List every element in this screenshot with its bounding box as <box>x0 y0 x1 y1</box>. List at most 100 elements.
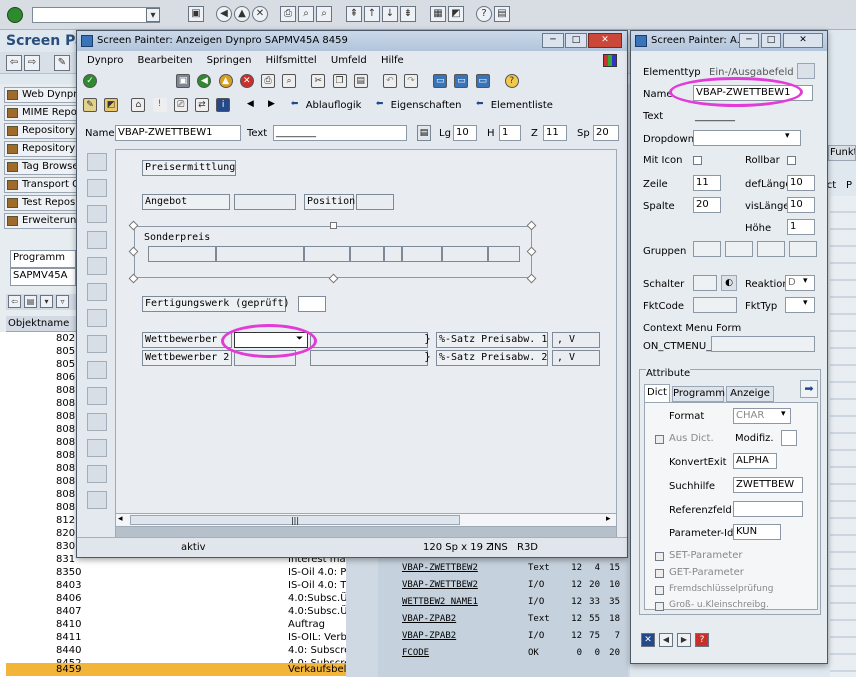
gruppe-field[interactable] <box>789 241 817 257</box>
label-wettbewerber[interactable]: Wettbewerber <box>142 332 232 348</box>
transfer-icon[interactable]: ⇄ <box>194 98 209 112</box>
list-item[interactable]: 8440 4.0: Subscre <box>6 644 348 657</box>
z-field[interactable]: 11 <box>543 125 567 141</box>
label-fertigungswerk[interactable]: Fertigungswerk (geprüft) <box>142 296 290 312</box>
label-angebot[interactable]: Angebot <box>142 194 230 210</box>
wettbewerber-2-name-field[interactable] <box>310 350 428 366</box>
next-icon[interactable]: ▶ <box>265 98 279 112</box>
list-item[interactable]: 8406 4.0:Subsc.Ü <box>6 592 348 605</box>
tab-funktion[interactable]: Funkti <box>828 145 856 161</box>
sonderpreis-cell[interactable] <box>402 246 442 262</box>
rollbar-checkbox[interactable] <box>787 156 796 165</box>
sonderpreis-cell[interactable] <box>488 246 520 262</box>
layout-toggle-icon[interactable]: ✎ <box>83 98 97 112</box>
sonderpreis-cell[interactable] <box>216 246 304 262</box>
label-wettbewerber-2[interactable]: Wettbewerber 2 <box>142 350 232 366</box>
nav-web-dynpro[interactable]: Web Dynpro <box>4 87 78 103</box>
hoehe-field[interactable]: 1 <box>787 219 815 235</box>
table-row[interactable]: VBAP-ZWETTBEW2 Text 12 4 15 <box>402 560 628 577</box>
elementtyp-icon[interactable] <box>797 63 815 79</box>
fremdschluessel-checkbox[interactable] <box>655 586 664 595</box>
tab-scroll-arrow-icon[interactable]: ➡ <box>800 380 818 398</box>
schalter-icon[interactable]: ◐ <box>721 275 737 291</box>
reaktion-select[interactable]: D <box>785 275 815 291</box>
activate-icon[interactable]: ! <box>152 98 167 112</box>
schalter-field[interactable] <box>693 275 717 291</box>
table-control-tool-icon[interactable] <box>87 413 107 431</box>
flow-logic-button[interactable]: Ablauflogik <box>306 100 362 111</box>
table-row[interactable]: VBAP-ZPAB2 I/O 12 75 7 <box>402 628 628 645</box>
last-page-icon[interactable]: ⇟ <box>400 6 416 22</box>
aus-dict-checkbox[interactable] <box>655 435 664 444</box>
status-icon-tool-icon[interactable] <box>87 491 107 509</box>
minimize-button[interactable]: ─ <box>542 33 564 48</box>
help-red-icon[interactable]: ? <box>695 633 709 647</box>
gruppe-field[interactable] <box>693 241 721 257</box>
page-icon[interactable]: ▤ <box>24 295 37 308</box>
lg-field[interactable]: 10 <box>453 125 477 141</box>
print-icon[interactable]: ⎙ <box>260 74 275 88</box>
exit-icon[interactable]: ▲ <box>234 6 250 22</box>
angebot-field[interactable] <box>234 194 296 210</box>
nav-repository-info[interactable]: Repository I <box>4 141 78 157</box>
tab-anzeige[interactable]: Anzeige <box>726 386 774 402</box>
spalte-field[interactable]: 20 <box>693 197 721 213</box>
get-parameter-checkbox[interactable] <box>655 569 664 578</box>
dropdown-icon[interactable]: ▾ <box>146 8 160 22</box>
object-type-select[interactable]: Programm <box>10 250 76 268</box>
mit-icon-checkbox[interactable] <box>693 156 702 165</box>
maximize-button[interactable]: □ <box>565 33 587 48</box>
reaktion-arrow-icon[interactable]: ▾ <box>803 276 808 286</box>
other-object-icon[interactable]: ✎ <box>54 55 70 71</box>
set-parameter-checkbox[interactable] <box>655 552 664 561</box>
find-icon[interactable]: ⌕ <box>298 6 314 22</box>
fktcode-field[interactable] <box>693 297 737 313</box>
filter-icon[interactable]: ▿ <box>56 295 69 308</box>
format-arrow-icon[interactable]: ▾ <box>781 409 786 419</box>
box-tool-icon[interactable] <box>87 361 107 379</box>
menu-umfeld[interactable]: Umfeld <box>331 55 367 66</box>
psatz-2-field[interactable]: , V <box>552 350 600 366</box>
sp-field[interactable]: 20 <box>593 125 619 141</box>
menu-hilfsmittel[interactable]: Hilfsmittel <box>266 55 317 66</box>
object-name-input[interactable]: SAPMV45A <box>10 268 76 286</box>
first-page-icon[interactable]: ⇞ <box>346 6 362 22</box>
sonderpreis-cell[interactable] <box>350 246 384 262</box>
nav-tag-browser[interactable]: Tag Browse <box>4 159 78 175</box>
print-icon[interactable]: ⎙ <box>280 6 296 22</box>
flow-logic-arrow-icon[interactable]: ⬅ <box>288 98 302 112</box>
display-icon[interactable]: ◩ <box>104 98 119 112</box>
hierarchy-icon[interactable]: ⌂ <box>131 98 146 112</box>
referenzfeld-field[interactable] <box>733 501 803 517</box>
arrow-left-icon[interactable]: ⇦ <box>8 295 21 308</box>
redo-icon[interactable]: ↷ <box>404 74 419 88</box>
gross-klein-checkbox[interactable] <box>655 602 664 611</box>
scroll-thumb[interactable]: ||| <box>130 515 460 525</box>
help-icon[interactable]: ? <box>504 74 519 88</box>
text-field-tool-icon[interactable] <box>87 179 107 197</box>
list-item[interactable]: 8403 IS-Oil 4.0: T <box>6 579 346 592</box>
label-preisermittlung[interactable]: Preisermittlung <box>142 160 237 176</box>
save-icon[interactable]: ▣ <box>176 74 191 88</box>
custom-control-tool-icon[interactable] <box>87 465 107 483</box>
fkttyp-select[interactable] <box>785 297 815 313</box>
menu-bearbeiten[interactable]: Bearbeiten <box>138 55 193 66</box>
shortcut-icon[interactable]: ◩ <box>448 6 464 22</box>
position-field[interactable] <box>356 194 394 210</box>
element-list-arrow-icon[interactable]: ⬅ <box>473 98 487 112</box>
nav-transport-organizer[interactable]: Transport O <box>4 177 78 193</box>
text-edit-icon[interactable]: ▤ <box>417 125 431 141</box>
back-icon[interactable]: ◀ <box>197 74 212 88</box>
table-row[interactable]: FCODE OK 0 0 20 <box>402 645 628 662</box>
dropdown-arrow-icon[interactable]: ▾ <box>785 131 790 141</box>
sonderpreis-cell[interactable] <box>384 246 402 262</box>
nav-mime-repos[interactable]: MIME Repos <box>4 105 78 121</box>
context-menu-field[interactable] <box>711 336 815 352</box>
h-field[interactable]: 1 <box>499 125 521 141</box>
close-attr-icon[interactable]: ✕ <box>641 633 655 647</box>
prev-element-icon[interactable]: ◀ <box>659 633 673 647</box>
prev-icon[interactable]: ◀ <box>243 98 257 112</box>
horizontal-scrollbar-track[interactable]: ◂ ||| ▸ <box>115 513 617 527</box>
properties-arrow-icon[interactable]: ⬅ <box>373 98 387 112</box>
tab-programm[interactable]: Programm <box>672 386 725 402</box>
